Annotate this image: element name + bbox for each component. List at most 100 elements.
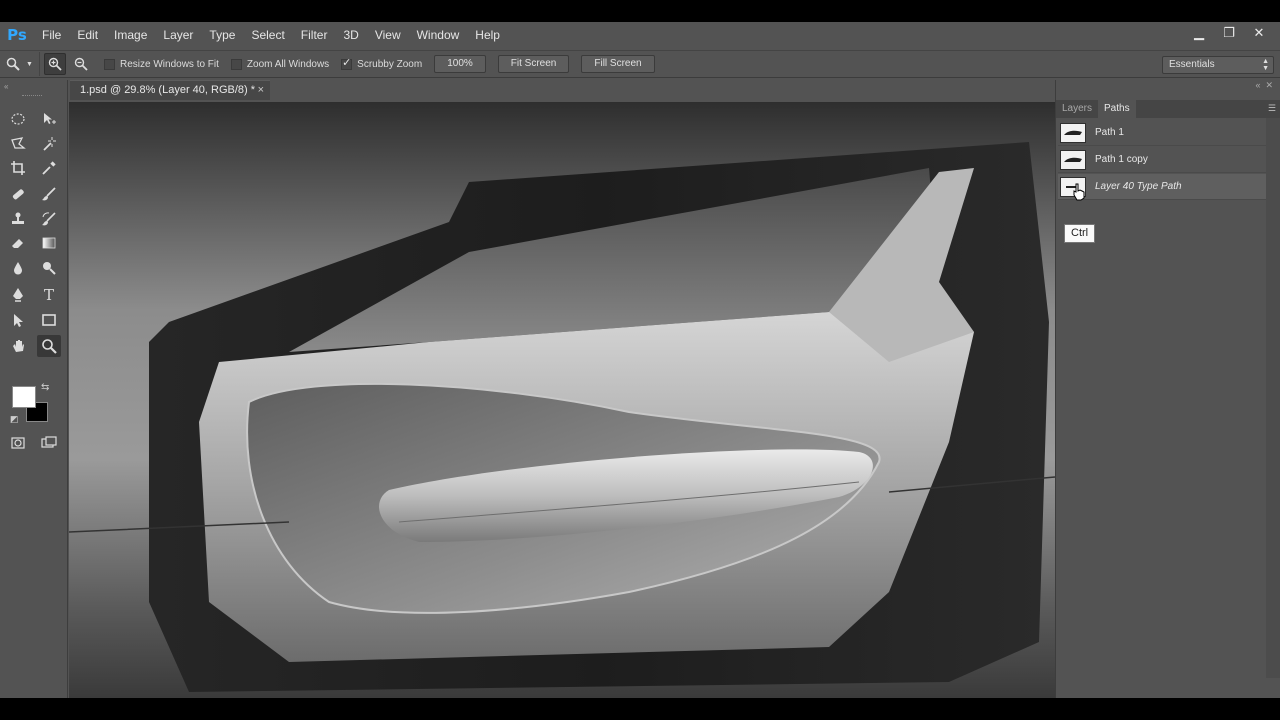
path-selection-tool[interactable] <box>6 309 30 331</box>
zoom-in-button[interactable] <box>44 53 66 75</box>
bandage-icon <box>12 189 24 200</box>
zoom-tool[interactable] <box>37 335 61 357</box>
zoom-100-button[interactable]: 100% <box>434 55 486 73</box>
zoom-all-windows-label: Zoom All Windows <box>246 58 330 70</box>
menu-edit[interactable]: Edit <box>69 22 106 48</box>
resize-windows-label: Resize Windows to Fit <box>120 58 219 70</box>
path-selection-icon <box>14 314 23 327</box>
move-icon <box>44 113 56 124</box>
blur-tool[interactable] <box>6 257 30 279</box>
menu-view[interactable]: View <box>367 22 409 48</box>
zoom-out-button[interactable] <box>70 53 92 75</box>
scrubby-zoom-label: Scrubby Zoom <box>357 58 423 70</box>
screen-mode-button[interactable] <box>37 432 61 454</box>
panel-scrollbar[interactable] <box>1266 118 1280 678</box>
magnifier-icon <box>6 57 20 71</box>
panel-grip[interactable] <box>22 95 42 97</box>
eyedropper-tool[interactable] <box>37 157 61 179</box>
resize-windows-option[interactable]: Resize Windows to Fit <box>104 58 219 70</box>
eraser-tool[interactable] <box>6 232 30 254</box>
menu-window[interactable]: Window <box>409 22 468 48</box>
scrubby-zoom-checkbox[interactable] <box>341 56 353 70</box>
path-thumbnail <box>1060 122 1086 143</box>
dodge-tool[interactable] <box>37 257 61 279</box>
quick-mask-icon <box>11 437 25 449</box>
photoshop-window: Ps File Edit Image Layer Type Select Fil… <box>0 22 1280 718</box>
hand-tool[interactable] <box>6 335 30 357</box>
menu-bar: Ps File Edit Image Layer Type Select Fil… <box>0 22 1280 48</box>
droplet-icon <box>14 262 22 275</box>
scrubby-zoom-option[interactable]: Scrubby Zoom <box>341 56 423 70</box>
magic-wand-tool[interactable] <box>37 133 61 155</box>
tab-layers[interactable]: Layers <box>1056 100 1098 118</box>
car-door-artwork <box>69 102 1055 698</box>
rectangle-tool[interactable] <box>37 309 61 331</box>
close-button[interactable]: ✕ <box>1248 24 1270 42</box>
workspace-label: Essentials <box>1169 59 1215 70</box>
pen-icon <box>13 288 23 302</box>
menu-filter[interactable]: Filter <box>293 22 336 48</box>
type-tool[interactable]: T <box>37 284 61 306</box>
polygonal-lasso-tool[interactable] <box>6 133 30 155</box>
updown-arrow-icon: ▲ ▼ <box>1262 58 1269 72</box>
hand-icon <box>13 340 24 352</box>
zoom-all-windows-checkbox[interactable] <box>230 58 242 70</box>
collapse-panel-icon[interactable]: « <box>4 82 8 91</box>
swap-colors-icon[interactable]: ⇆ <box>41 382 49 393</box>
panel-menu-icon[interactable]: ☰ <box>1268 103 1276 114</box>
brush-icon <box>42 187 56 201</box>
brush-tool[interactable] <box>37 183 61 205</box>
menu-file[interactable]: File <box>34 22 69 48</box>
move-tool[interactable] <box>37 108 61 130</box>
document-tab[interactable]: 1.psd @ 29.8% (Layer 40, RGB/8) * × <box>70 80 270 100</box>
restore-button[interactable]: ❐ <box>1218 24 1240 42</box>
chevron-down-icon: ▼ <box>26 60 33 68</box>
minimize-button[interactable]: ▁ <box>1188 24 1210 42</box>
path-item-path-1-copy[interactable]: Path 1 copy <box>1058 147 1266 173</box>
tab-paths[interactable]: Paths <box>1098 100 1136 118</box>
options-bar: ▼ Resize Windows to Fit Zoom All Windows… <box>0 50 1280 78</box>
gradient-icon <box>42 237 56 249</box>
menu-image[interactable]: Image <box>106 22 155 48</box>
document-title: 1.psd @ 29.8% (Layer 40, RGB/8) * <box>80 84 256 96</box>
gradient-tool[interactable] <box>37 232 61 254</box>
dock-header: « ✕ <box>1056 80 1280 92</box>
path-name: Layer 40 Type Path <box>1095 181 1182 192</box>
tools-panel: « T ⇆ ◩ <box>0 80 68 698</box>
crop-tool[interactable] <box>6 157 30 179</box>
panel-dock: « ✕ Layers Paths ☰ Path 1 Path 1 copy La… <box>1055 80 1280 698</box>
clone-stamp-tool[interactable] <box>6 208 30 230</box>
foreground-color-swatch[interactable] <box>12 386 36 408</box>
zoom-out-icon <box>74 57 88 71</box>
path-item-path-1[interactable]: Path 1 <box>1058 120 1266 146</box>
tooltip: Ctrl <box>1064 224 1096 243</box>
close-document-icon[interactable]: × <box>258 81 264 100</box>
history-brush-tool[interactable] <box>37 208 61 230</box>
menu-layer[interactable]: Layer <box>155 22 201 48</box>
collapse-dock-icon[interactable]: « ✕ <box>1255 80 1273 91</box>
workspace-switcher[interactable]: Essentials ▲ ▼ <box>1162 56 1274 74</box>
menu-3d[interactable]: 3D <box>335 22 366 48</box>
panel-tabs: Layers Paths <box>1056 100 1280 118</box>
menu-type[interactable]: Type <box>201 22 243 48</box>
default-colors-icon[interactable]: ◩ <box>10 414 19 425</box>
elliptical-marquee-tool[interactable] <box>6 108 30 130</box>
pen-tool[interactable] <box>6 284 30 306</box>
path-thumbnail <box>1060 149 1086 170</box>
menu-select[interactable]: Select <box>243 22 292 48</box>
path-item-layer-40-type-path[interactable]: Layer 40 Type Path <box>1058 174 1266 200</box>
canvas[interactable] <box>69 102 1055 698</box>
stamp-icon <box>12 212 24 224</box>
menu-help[interactable]: Help <box>467 22 508 48</box>
eyedropper-icon <box>42 161 56 175</box>
tool-preset-picker[interactable]: ▼ <box>0 52 40 76</box>
quick-mask-button[interactable] <box>6 432 30 454</box>
resize-windows-checkbox[interactable] <box>104 58 115 70</box>
spot-healing-brush-tool[interactable] <box>6 183 30 205</box>
zoom-all-windows-option[interactable]: Zoom All Windows <box>230 58 330 70</box>
fill-screen-button[interactable]: Fill Screen <box>581 55 655 73</box>
crop-icon <box>11 161 25 175</box>
magic-wand-icon <box>43 137 56 151</box>
photoshop-logo: Ps <box>7 26 27 44</box>
fit-screen-button[interactable]: Fit Screen <box>497 55 570 73</box>
